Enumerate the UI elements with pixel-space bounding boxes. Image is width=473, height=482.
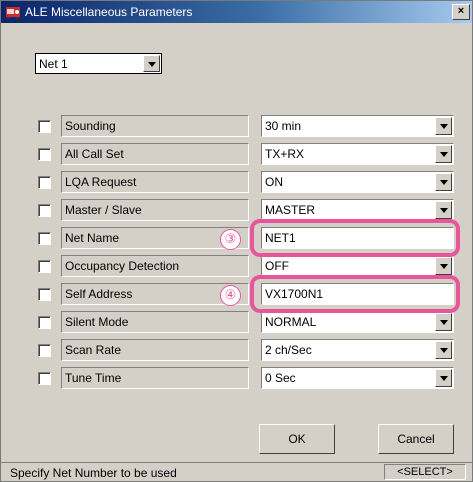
all-call-set-label: All Call Set: [61, 143, 249, 165]
self-address-label-text: Self Address: [65, 287, 133, 301]
net-name-highlight: [250, 219, 460, 257]
chevron-down-icon[interactable]: [435, 313, 452, 331]
silent-mode-checkbox[interactable]: [38, 316, 51, 329]
sounding-select[interactable]: 30 min: [261, 115, 454, 137]
sounding-label-text: Sounding: [65, 119, 116, 133]
tune-time-value: 0 Sec: [265, 371, 296, 385]
master-slave-label: Master / Slave: [61, 199, 249, 221]
silent-mode-label: Silent Mode: [61, 311, 249, 333]
scan-rate-checkbox[interactable]: [38, 344, 51, 357]
cancel-button[interactable]: Cancel: [378, 424, 454, 454]
chevron-down-icon[interactable]: [435, 173, 452, 191]
chevron-down-icon[interactable]: [435, 201, 452, 219]
scan-rate-value: 2 ch/Sec: [265, 343, 312, 357]
all-call-set-label-text: All Call Set: [65, 147, 124, 161]
net-name-label-text: Net Name: [65, 231, 120, 245]
title-bar[interactable]: ALE Miscellaneous Parameters ×: [1, 1, 472, 23]
scan-rate-label: Scan Rate: [61, 339, 249, 361]
chevron-down-icon[interactable]: [435, 257, 452, 275]
net-number-select[interactable]: Net 1: [35, 53, 162, 74]
annotation-marker-3: ③: [220, 229, 241, 250]
chevron-down-icon[interactable]: [143, 55, 160, 72]
all-call-set-select[interactable]: TX+RX: [261, 143, 454, 165]
ale-parameters-dialog: ALE Miscellaneous Parameters × Net 1 Sou…: [0, 0, 473, 482]
occupancy-detection-label: Occupancy Detection: [61, 255, 249, 277]
tune-time-label-text: Tune Time: [65, 371, 122, 385]
tune-time-select[interactable]: 0 Sec: [261, 367, 454, 389]
window-title: ALE Miscellaneous Parameters: [25, 5, 193, 19]
ok-button[interactable]: OK: [259, 424, 335, 454]
occupancy-detection-checkbox[interactable]: [38, 260, 51, 273]
chevron-down-icon[interactable]: [435, 341, 452, 359]
net-number-value: Net 1: [39, 57, 68, 71]
status-text: Specify Net Number to be used: [10, 466, 177, 480]
silent-mode-value: NORMAL: [265, 315, 317, 329]
scan-rate-select[interactable]: 2 ch/Sec: [261, 339, 454, 361]
chevron-down-icon[interactable]: [435, 369, 452, 387]
sounding-value: 30 min: [265, 119, 302, 133]
chevron-down-icon[interactable]: [435, 145, 452, 163]
silent-mode-label-text: Silent Mode: [65, 315, 129, 329]
occupancy-detection-label-text: Occupancy Detection: [65, 259, 180, 273]
lqa-request-checkbox[interactable]: [38, 176, 51, 189]
self-address-highlight: [250, 275, 460, 313]
master-slave-label-text: Master / Slave: [65, 203, 142, 217]
radio-app-icon: [6, 7, 20, 19]
master-slave-value: MASTER: [265, 203, 316, 217]
status-bar: Specify Net Number to be used <SELECT>: [1, 462, 472, 481]
tune-time-label: Tune Time: [61, 367, 249, 389]
lqa-request-label: LQA Request: [61, 171, 249, 193]
tune-time-checkbox[interactable]: [38, 372, 51, 385]
occupancy-detection-select[interactable]: OFF: [261, 255, 454, 277]
sounding-label: Sounding: [61, 115, 249, 137]
lqa-request-select[interactable]: ON: [261, 171, 454, 193]
master-slave-select[interactable]: MASTER: [261, 199, 454, 221]
master-slave-checkbox[interactable]: [38, 204, 51, 217]
occupancy-detection-value: OFF: [265, 259, 289, 273]
net-name-checkbox[interactable]: [38, 232, 51, 245]
lqa-request-label-text: LQA Request: [65, 175, 137, 189]
sounding-checkbox[interactable]: [38, 120, 51, 133]
scan-rate-label-text: Scan Rate: [65, 343, 122, 357]
status-mode-indicator: <SELECT>: [384, 464, 466, 480]
self-address-checkbox[interactable]: [38, 288, 51, 301]
all-call-set-value: TX+RX: [265, 147, 305, 161]
silent-mode-select[interactable]: NORMAL: [261, 311, 454, 333]
annotation-marker-4: ④: [220, 285, 241, 306]
all-call-set-checkbox[interactable]: [38, 148, 51, 161]
chevron-down-icon[interactable]: [435, 117, 452, 135]
lqa-request-value: ON: [265, 175, 283, 189]
close-button[interactable]: ×: [452, 4, 470, 20]
